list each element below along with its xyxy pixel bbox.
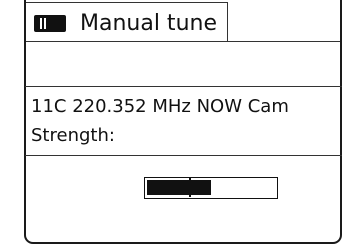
title-tab: Manual tune [26,2,228,42]
screen-title: Manual tune [80,11,217,36]
signal-strength-fill [147,180,211,195]
strength-label: Strength: [31,125,115,146]
signal-threshold-marker [189,178,191,197]
signal-strength-meter [144,177,278,199]
display-screen: Manual tune 11C 220.352 MHz NOW Cam Stre… [24,0,342,244]
frequency-label: 11C 220.352 MHz NOW Cam [31,96,289,117]
radio-mode-icon [34,15,66,32]
title-divider [228,41,340,42]
station-info-box: 11C 220.352 MHz NOW Cam Strength: [25,86,342,156]
title-bar: Manual tune [26,0,340,48]
